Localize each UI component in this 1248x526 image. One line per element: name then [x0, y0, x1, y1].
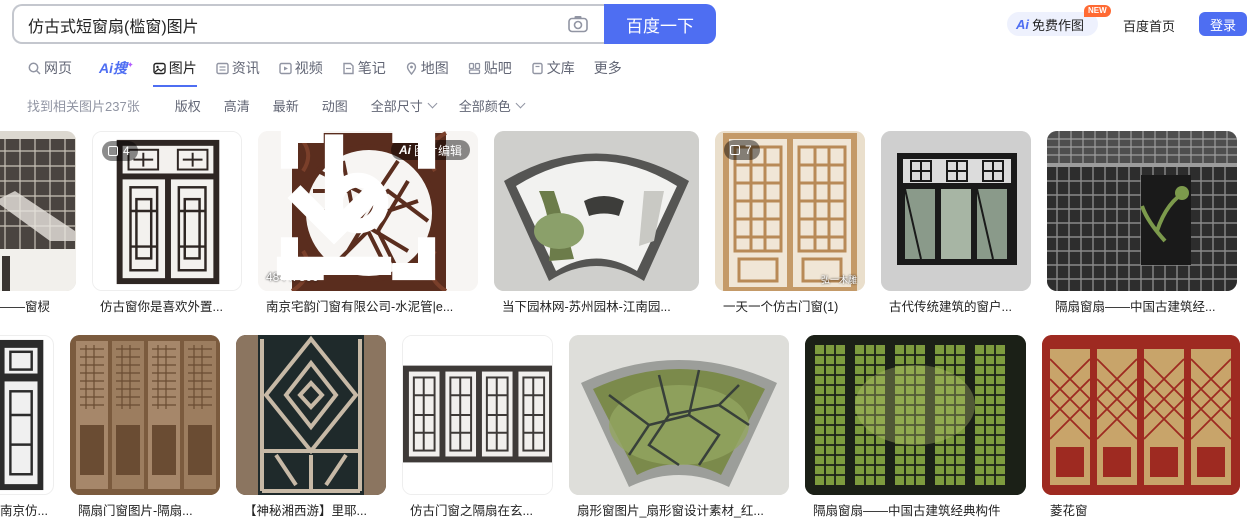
tab-label: 更多 — [593, 60, 622, 76]
image-result[interactable]: 4 — [92, 131, 242, 291]
image-caption[interactable]: ——窗棂 — [0, 296, 76, 315]
filter-size-dropdown[interactable]: 全部尺寸 — [370, 96, 438, 115]
tab-label: 资讯 — [231, 60, 260, 76]
tab-library[interactable]: 文库 — [531, 57, 575, 79]
tab-ai-search[interactable]: Ai搜 ✦ — [99, 57, 134, 79]
filter-color-label: 全部颜色 — [458, 98, 511, 114]
filter-color-dropdown[interactable]: 全部颜色 — [458, 96, 526, 115]
image-result[interactable] — [0, 335, 54, 495]
image-caption[interactable]: 仿古门窗之隔扇在玄... — [410, 500, 553, 519]
image-caption[interactable]: 隔扇窗扇——中国古建筑经... — [1055, 296, 1240, 315]
video-icon — [279, 62, 292, 74]
tab-news[interactable]: 资讯 — [216, 57, 260, 79]
chevron-down-icon — [515, 98, 526, 108]
image-caption[interactable]: 菱花窗 — [1050, 500, 1240, 519]
tieba-icon — [468, 62, 480, 74]
image-caption[interactable]: 一天一个仿古门窗(1) — [723, 296, 863, 315]
filter-bar: 找到相关图片237张 版权 高清 最新 动图 全部尺寸 全部颜色 — [27, 96, 547, 114]
tab-images[interactable]: 图片 — [152, 57, 197, 87]
camera-icon[interactable] — [568, 15, 588, 33]
tab-label: 图片 — [168, 60, 197, 76]
image-result[interactable] — [0, 131, 76, 291]
tab-label: 视频 — [294, 60, 323, 76]
search-icon — [28, 62, 41, 75]
login-button[interactable]: 登录 — [1199, 12, 1247, 36]
image-caption[interactable]: 扇形窗图片_扇形窗设计素材_红... — [577, 500, 787, 519]
image-stack-icon — [108, 146, 118, 156]
image-result[interactable] — [494, 131, 699, 291]
chevron-down-icon — [427, 98, 438, 108]
tab-label: 网页 — [44, 60, 72, 76]
image-stack-icon — [730, 145, 740, 155]
image-count: 7 — [745, 143, 752, 157]
note-icon — [343, 62, 354, 74]
image-result[interactable] — [569, 335, 789, 495]
multi-image-badge: 4 — [102, 141, 138, 161]
tab-label: 地图 — [420, 60, 449, 76]
result-count: 找到相关图片237张 — [27, 98, 140, 114]
tab-label: 笔记 — [357, 60, 386, 76]
search-box[interactable] — [12, 4, 604, 44]
tab-bar: 网页 Ai搜 ✦ 图片 资讯 视频 笔记 地图 贴吧 文库 更多 — [28, 56, 641, 87]
tab-label: 贴吧 — [483, 60, 512, 76]
filter-latest[interactable]: 最新 — [273, 96, 299, 115]
baidu-home-link[interactable]: 百度首页 — [1123, 16, 1175, 35]
news-icon — [216, 62, 229, 74]
image-caption[interactable]: 古代传统建筑的窗户... — [889, 296, 1031, 315]
image-caption[interactable]: 南京宅韵门窗有限公司-水泥管|e... — [266, 296, 476, 315]
image-result[interactable] — [236, 335, 386, 495]
filter-hd[interactable]: 高清 — [224, 96, 250, 115]
image-result[interactable] — [402, 335, 553, 495]
image-result[interactable] — [1047, 131, 1237, 291]
image-caption[interactable]: 隔扇门窗图片-隔扇... — [78, 500, 220, 519]
image-caption[interactable]: 隔扇窗扇——中国古建筑经典构件 — [813, 500, 1026, 519]
ai-search-logo: Ai搜 — [99, 60, 127, 76]
library-icon — [532, 62, 543, 74]
ai-draw-label: 免费作图 — [1032, 17, 1085, 33]
tab-video[interactable]: 视频 — [279, 57, 323, 79]
multi-image-badge: 7 — [724, 140, 760, 160]
image-caption[interactable]: 【神秘湘西游】里耶... — [244, 500, 386, 519]
filter-animated[interactable]: 动图 — [322, 96, 348, 115]
image-caption[interactable]: 仿古窗你是喜欢外置... — [100, 296, 242, 315]
tab-map[interactable]: 地图 — [405, 57, 449, 79]
image-caption[interactable]: 南京仿... — [0, 500, 54, 519]
search-input[interactable] — [28, 14, 548, 36]
image-count: 4 — [123, 144, 130, 158]
map-pin-icon — [406, 61, 416, 75]
tab-more[interactable]: 更多 — [594, 57, 622, 79]
filter-copyright[interactable]: 版权 — [175, 96, 201, 115]
tab-web[interactable]: 网页 — [28, 57, 72, 79]
search-button[interactable]: 百度一下 — [604, 4, 716, 44]
image-result[interactable] — [70, 335, 220, 495]
image-result[interactable]: 7 弘一木雕 — [715, 131, 865, 291]
new-badge: NEW — [1084, 5, 1111, 17]
visual-search-icon[interactable] — [258, 131, 468, 283]
filter-size-label: 全部尺寸 — [370, 98, 423, 114]
image-caption[interactable]: 当下园林网-苏州园林-江南园... — [502, 296, 697, 315]
image-icon — [153, 62, 166, 74]
tab-tieba[interactable]: 贴吧 — [468, 57, 512, 79]
watermark: 弘一木雕 — [820, 275, 857, 285]
image-result[interactable]: Ai 图片编辑 484 x 300 — [258, 131, 478, 291]
tab-label: 文库 — [546, 60, 575, 76]
tab-notes[interactable]: 笔记 — [342, 57, 386, 79]
image-result[interactable] — [881, 131, 1031, 291]
image-result[interactable] — [1042, 335, 1240, 495]
image-result[interactable] — [805, 335, 1026, 495]
ai-logo-icon: Ai — [1016, 16, 1029, 32]
